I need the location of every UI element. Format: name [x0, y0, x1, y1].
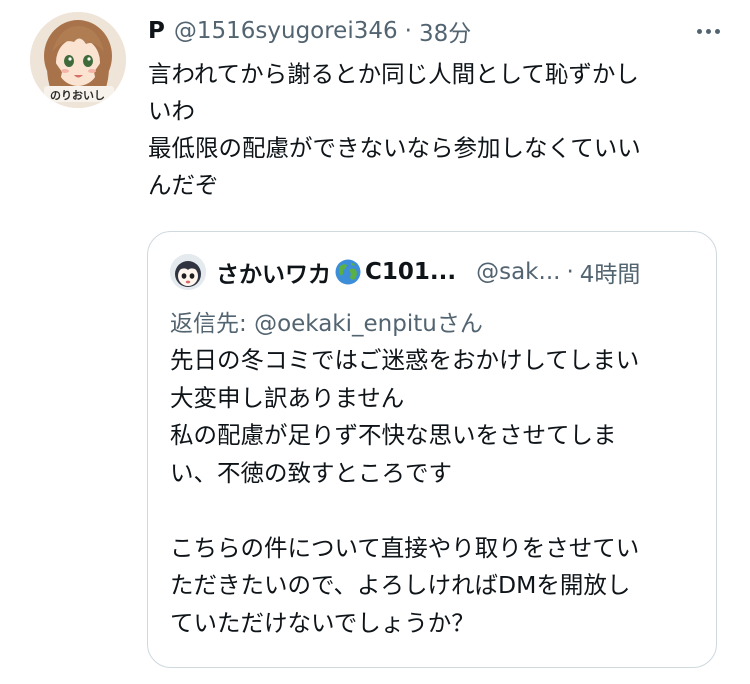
- quoted-user-handle[interactable]: @sak...: [476, 259, 560, 285]
- reply-to-handle[interactable]: @oekaki_enpitu: [254, 311, 437, 337]
- display-name[interactable]: P: [148, 18, 165, 44]
- quoted-text-line: 私の配慮が足りず不快な思いをさせてしま: [170, 421, 617, 449]
- quoted-text-line: ただきたいので、よろしければDMを開放し: [170, 571, 631, 599]
- quoted-avatar[interactable]: [170, 254, 206, 290]
- quoted-text-line: [170, 492, 700, 530]
- reply-to-label: 返信先:: [170, 311, 255, 337]
- tweet-text: 言われてから謝るとか同じ人間として恥ずかし いわ 最低限の配慮ができないなら参加…: [148, 56, 718, 204]
- tweet-header: P @1516syugorei346 · 38分: [148, 14, 720, 48]
- user-handle[interactable]: @1516syugorei346: [174, 18, 398, 44]
- quoted-timestamp[interactable]: 4時間: [580, 255, 641, 289]
- quoted-text-line: こちらの件について直接やり取りをさせてい: [170, 533, 640, 562]
- reply-to-line: 返信先: @oekaki_enpituさん: [170, 304, 483, 338]
- tweet-text-line: 最低限の配慮ができないなら参加しなくていい: [148, 134, 641, 162]
- separator-dot: ·: [566, 259, 574, 285]
- quoted-text-line: 大変申し訳ありません: [170, 383, 405, 412]
- quoted-tweet-card[interactable]: さかいワカ C101... @sak... · 4時間 返信先: @oekaki…: [147, 231, 717, 668]
- quoted-display-name-part: C101...: [365, 259, 457, 285]
- character-avatar-icon: [170, 254, 206, 290]
- tweet-text-line: 言われてから謝るとか同じ人間として恥ずかし: [148, 60, 639, 88]
- quoted-display-name-part: さかいワカ: [216, 262, 331, 288]
- tweet-text-line: んだぞ: [148, 171, 219, 199]
- more-options-icon[interactable]: [680, 16, 720, 46]
- anime-girl-avatar-icon: のりおいし: [30, 12, 126, 108]
- tweet-text-line: いわ: [148, 97, 195, 125]
- quoted-tweet-text: 先日の冬コミではご迷惑をおかけしてしまい 大変申し訳ありません 私の配慮が足りず…: [170, 342, 700, 642]
- svg-text:のりおいし: のりおいし: [50, 89, 105, 102]
- quoted-text-line: 先日の冬コミではご迷惑をおかけしてしまい: [170, 346, 640, 374]
- avatar[interactable]: のりおいし: [30, 12, 126, 108]
- quoted-text-line: い、不徳の致すところです: [170, 458, 452, 487]
- globe-emoji-icon: [335, 259, 361, 285]
- separator-dot: ·: [404, 18, 412, 44]
- quoted-tweet-header: さかいワカ C101... @sak... · 4時間: [170, 252, 696, 292]
- quoted-text-line: ていただけないでしょうか？: [170, 608, 475, 637]
- quoted-display-name[interactable]: さかいワカ C101...: [216, 255, 456, 289]
- reply-to-suffix: さん: [436, 311, 483, 337]
- tweet-timestamp[interactable]: 38分: [419, 14, 471, 48]
